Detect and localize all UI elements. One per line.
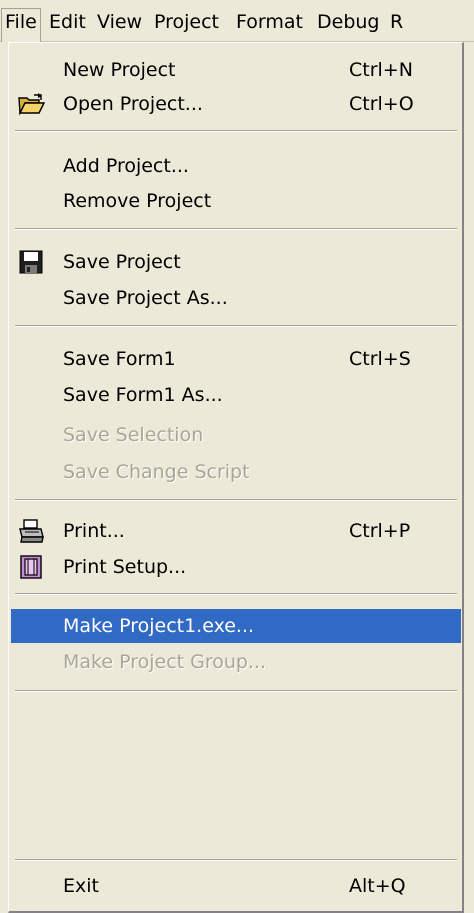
menu-run-partial[interactable]: R	[388, 9, 405, 35]
printer-icon	[17, 517, 45, 545]
print-label: Print...	[63, 520, 125, 542]
save-selection-label: Save Selection	[63, 424, 204, 446]
save-change-script-label: Save Change Script	[63, 461, 250, 483]
open-project-shortcut: Ctrl+O	[349, 93, 414, 115]
save-form-shortcut: Ctrl+S	[349, 348, 411, 370]
menu-item-save-project[interactable]: Save Project	[11, 245, 461, 279]
menu-edit[interactable]: Edit	[47, 9, 88, 35]
menu-item-save-project-as[interactable]: Save Project As...	[11, 281, 461, 315]
menu-debug[interactable]: Debug	[315, 9, 381, 35]
menu-item-open-project[interactable]: Open Project... Ctrl+O	[11, 87, 461, 121]
menu-item-make-exe[interactable]: Make Project1.exe...	[11, 609, 461, 643]
menu-project[interactable]: Project	[152, 9, 221, 35]
menu-separator	[15, 690, 457, 692]
print-setup-icon	[17, 553, 45, 581]
make-exe-label: Make Project1.exe...	[63, 615, 255, 637]
menu-item-exit[interactable]: Exit Alt+Q	[11, 869, 461, 903]
make-project-group-label: Make Project Group...	[63, 651, 267, 673]
menu-item-save-form-as[interactable]: Save Form1 As...	[11, 378, 461, 412]
menu-separator	[15, 325, 457, 327]
exit-shortcut: Alt+Q	[349, 875, 406, 897]
save-project-as-label: Save Project As...	[63, 287, 228, 309]
menu-item-save-form[interactable]: Save Form1 Ctrl+S	[11, 342, 461, 376]
print-shortcut: Ctrl+P	[349, 520, 411, 542]
menu-item-print-setup[interactable]: Print Setup...	[11, 550, 461, 584]
menu-item-make-project-group: Make Project Group...	[11, 645, 461, 679]
save-form-label: Save Form1	[63, 348, 176, 370]
menu-item-new-project[interactable]: New Project Ctrl+N	[11, 53, 461, 87]
menu-separator	[15, 593, 457, 595]
open-project-label: Open Project...	[63, 93, 203, 115]
menu-separator	[15, 130, 457, 132]
menu-view[interactable]: View	[95, 9, 144, 35]
file-menu-dropdown: New Project Ctrl+N Open Project... Ctrl+…	[8, 42, 464, 913]
menu-separator	[15, 499, 457, 501]
exit-label: Exit	[63, 875, 99, 897]
menu-item-save-selection: Save Selection	[11, 418, 461, 452]
menu-bar: File Edit View Project Format Debug R	[0, 0, 474, 42]
save-project-label: Save Project	[63, 251, 181, 273]
menu-item-save-change-script: Save Change Script	[11, 455, 461, 489]
print-setup-label: Print Setup...	[63, 556, 187, 578]
new-project-label: New Project	[63, 59, 176, 81]
menu-item-print[interactable]: Print... Ctrl+P	[11, 514, 461, 548]
menu-item-remove-project[interactable]: Remove Project	[11, 184, 461, 218]
remove-project-label: Remove Project	[63, 190, 212, 212]
add-project-label: Add Project...	[63, 155, 189, 177]
menu-separator	[15, 859, 457, 861]
menu-item-add-project[interactable]: Add Project...	[11, 149, 461, 183]
floppy-disk-icon	[17, 248, 45, 276]
menu-separator	[15, 228, 457, 230]
menu-file[interactable]: File	[1, 8, 41, 42]
new-project-shortcut: Ctrl+N	[349, 59, 413, 81]
save-form-as-label: Save Form1 As...	[63, 384, 223, 406]
open-folder-icon	[17, 90, 46, 118]
menu-format[interactable]: Format	[234, 9, 305, 35]
